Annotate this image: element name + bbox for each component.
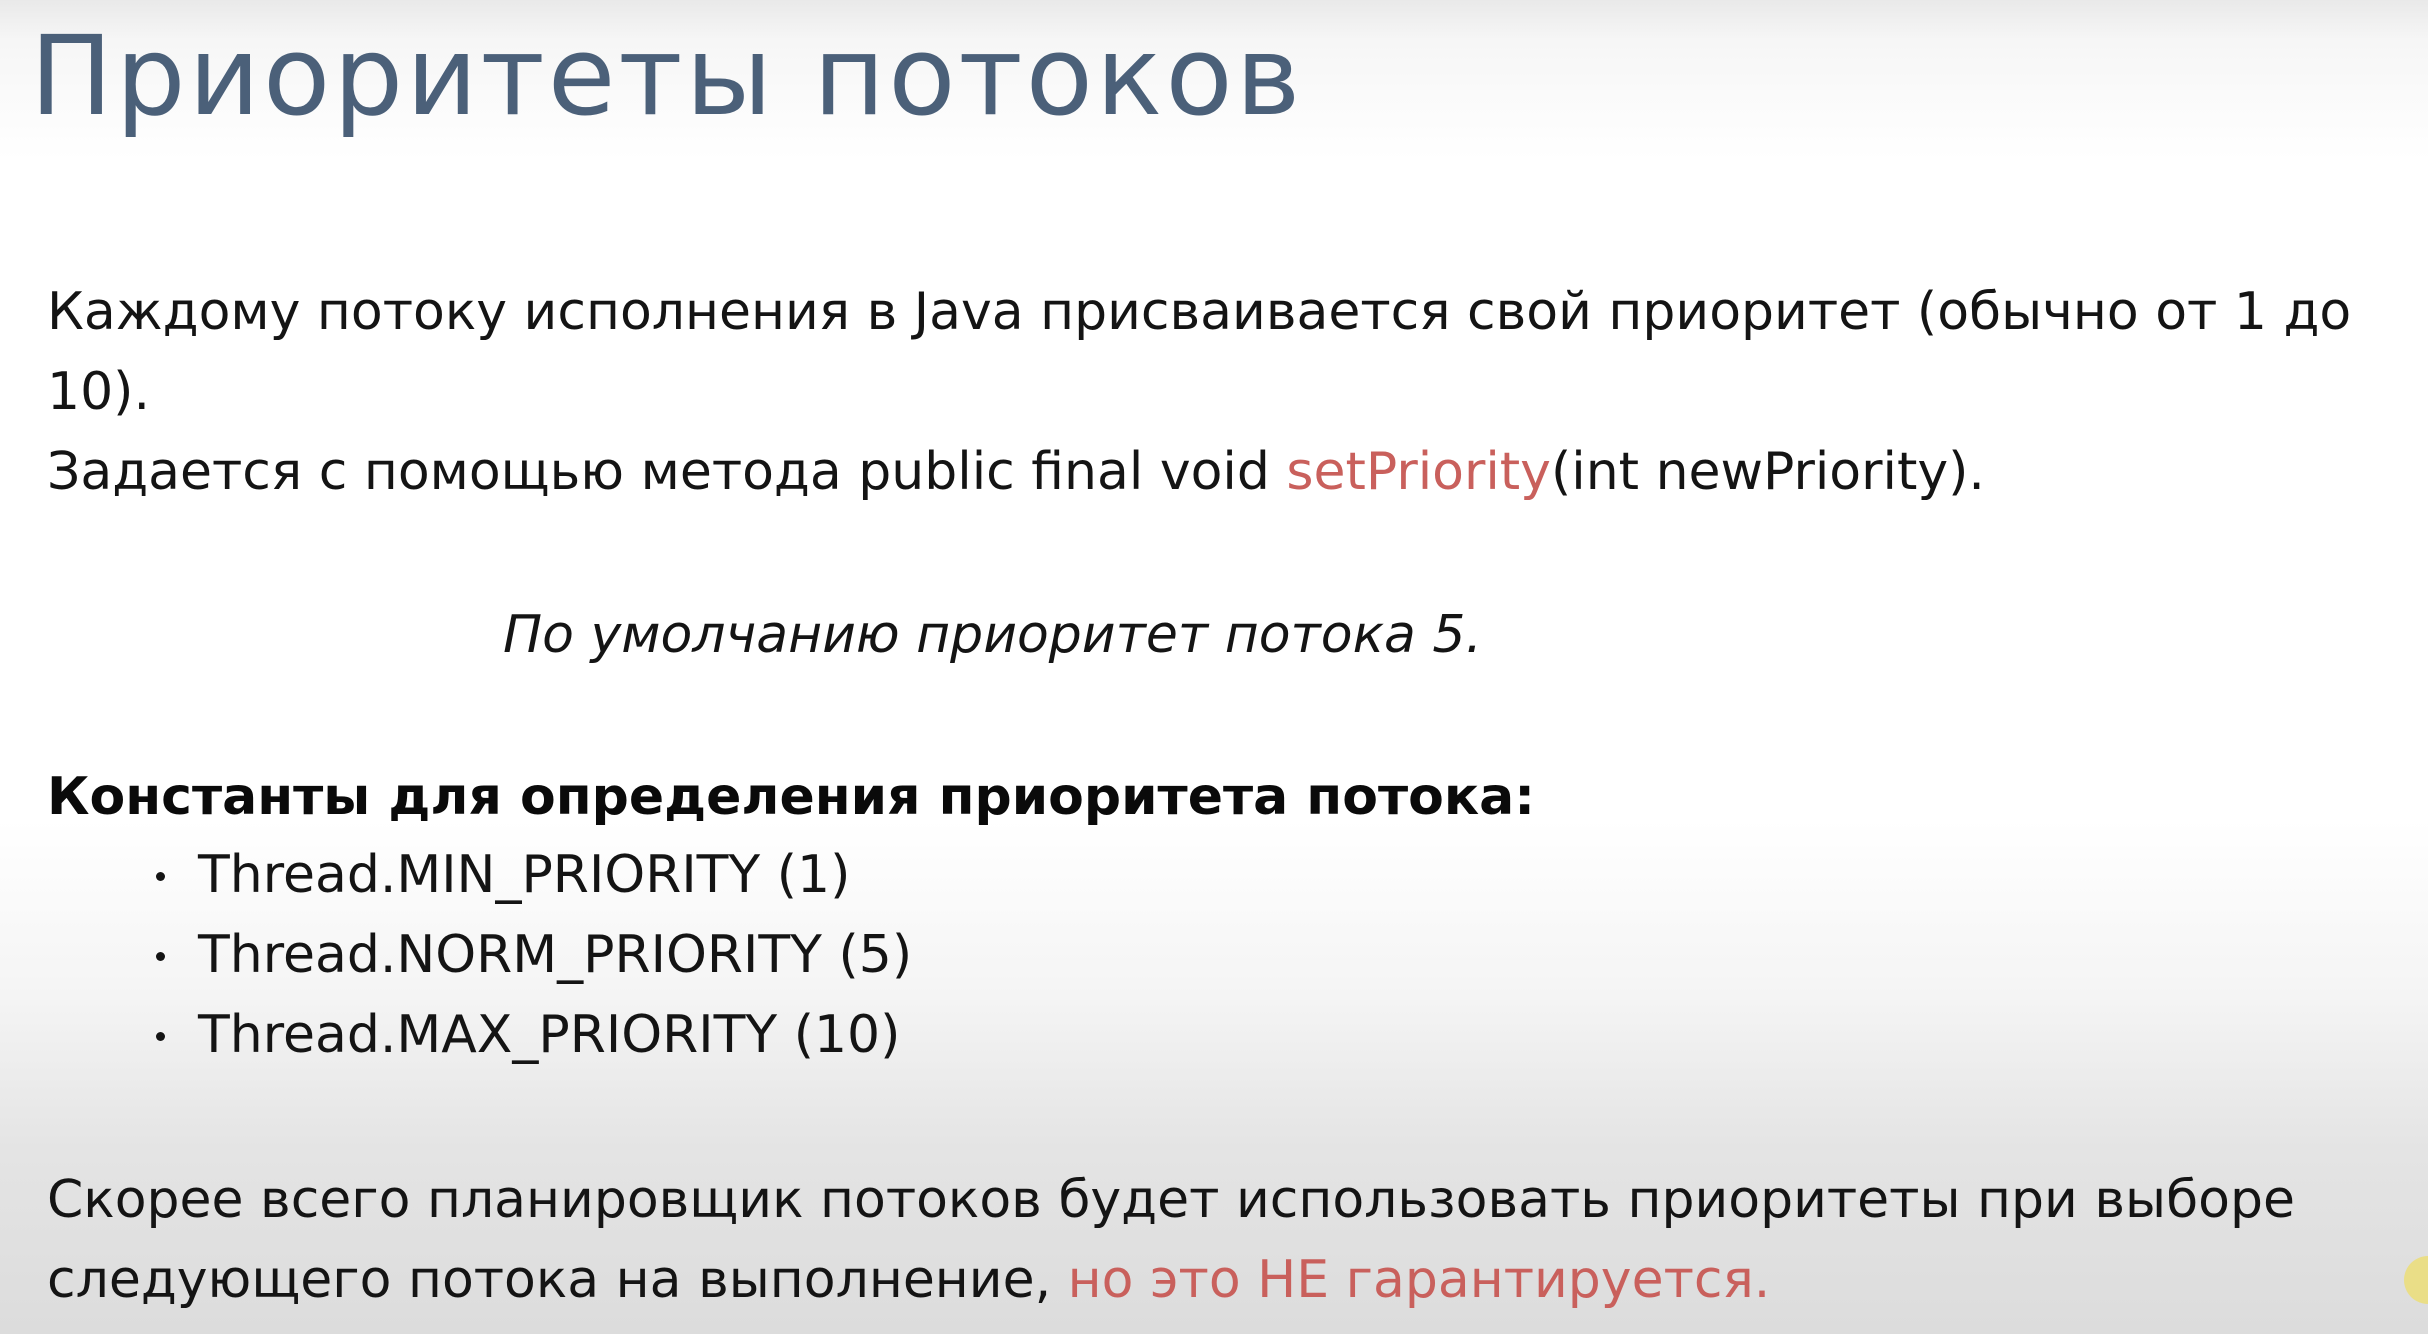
- default-priority-note: По умолчанию приоритет потока 5.: [503, 605, 1483, 665]
- bullet-icon: [156, 1032, 165, 1041]
- paragraph-set-priority: Задается с помощью метода public final v…: [47, 432, 1985, 512]
- set-priority-text-after: (int newPriority).: [1550, 442, 1985, 502]
- set-priority-text-before: Задается с помощью метода public final v…: [47, 442, 1287, 502]
- constants-heading: Константы для определения приоритета пот…: [47, 767, 1535, 827]
- constant-norm-priority: Thread.NORM_PRIORITY (5): [198, 925, 913, 985]
- bullet-icon: [156, 952, 165, 961]
- list-item: Thread.MIN_PRIORITY (1): [150, 835, 912, 915]
- paragraph-scheduler-line2: следующего потока на выполнение, но это …: [47, 1240, 1770, 1320]
- not-guaranteed-warning: но это НЕ гарантируется.: [1067, 1250, 1771, 1310]
- scheduler-text-before: следующего потока на выполнение,: [47, 1250, 1068, 1310]
- list-item: Thread.MAX_PRIORITY (10): [150, 995, 912, 1075]
- constant-max-priority: Thread.MAX_PRIORITY (10): [198, 1005, 901, 1065]
- paragraph-scheduler-line1: Скорее всего планировщик потоков будет и…: [47, 1170, 2295, 1230]
- slide: Приоритеты потоков Каждому потоку исполн…: [0, 0, 2428, 1334]
- slide-title: Приоритеты потоков: [30, 12, 1304, 140]
- list-item: Thread.NORM_PRIORITY (5): [150, 915, 912, 995]
- bullet-icon: [156, 872, 165, 881]
- set-priority-method-name: setPriority: [1286, 442, 1551, 502]
- constant-min-priority: Thread.MIN_PRIORITY (1): [198, 845, 851, 905]
- constants-list: Thread.MIN_PRIORITY (1) Thread.NORM_PRIO…: [150, 835, 912, 1075]
- paragraph-priority-intro-line2: 10).: [47, 362, 150, 422]
- paragraph-priority-intro-line1: Каждому потоку исполнения в Java присваи…: [47, 282, 2352, 342]
- cursor-highlight-icon: [2404, 1256, 2428, 1304]
